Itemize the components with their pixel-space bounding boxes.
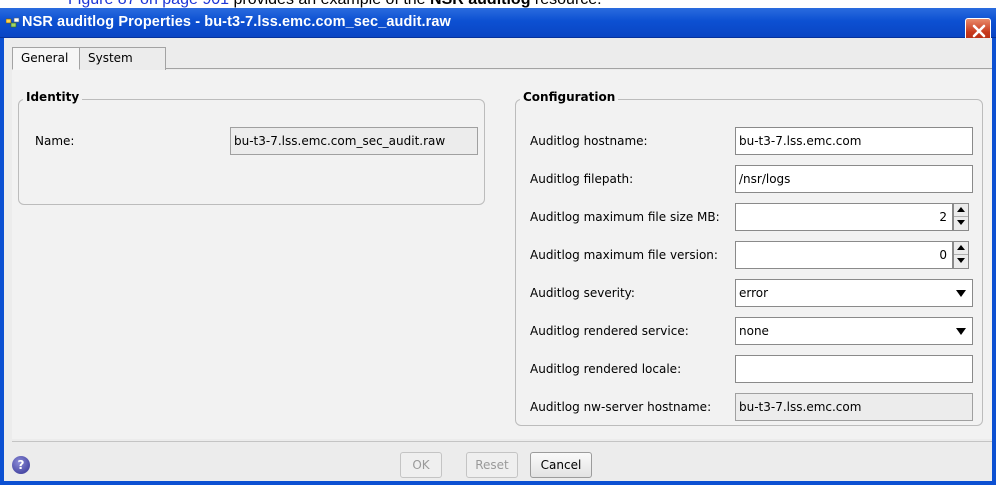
rendered-locale-label: Auditlog rendered locale: xyxy=(530,362,682,376)
ok-button[interactable]: OK xyxy=(400,452,442,478)
reset-button[interactable]: Reset xyxy=(466,452,518,478)
identity-group: Identity Name: bu-t3-7.lss.emc.com_sec_a… xyxy=(18,90,485,205)
max-size-input[interactable]: 2 xyxy=(735,203,953,231)
filepath-label: Auditlog filepath: xyxy=(530,172,634,186)
hostname-label: Auditlog hostname: xyxy=(530,134,648,148)
nw-server-hostname-label: Auditlog nw-server hostname: xyxy=(530,400,712,414)
help-icon[interactable]: ? xyxy=(12,456,30,474)
tab-general[interactable]: General xyxy=(12,47,80,70)
name-label: Name: xyxy=(35,134,75,148)
severity-label: Auditlog severity: xyxy=(530,286,635,300)
document-bold-text: NSR auditlog xyxy=(430,0,530,8)
filepath-input[interactable]: /nsr/logs xyxy=(735,165,973,193)
max-version-input[interactable]: 0 xyxy=(735,241,953,269)
figure-link[interactable]: Figure 87 on page 901 xyxy=(68,0,229,8)
rendered-service-select[interactable]: none xyxy=(735,317,973,345)
cancel-button[interactable]: Cancel xyxy=(530,452,592,478)
footer-divider xyxy=(12,441,992,442)
max-version-label: Auditlog maximum file version: xyxy=(530,248,718,262)
tab-bar: General System xyxy=(12,47,992,70)
hostname-input[interactable]: bu-t3-7.lss.emc.com xyxy=(735,127,973,155)
general-tab-panel: Identity Name: bu-t3-7.lss.emc.com_sec_a… xyxy=(12,70,992,439)
max-size-label: Auditlog maximum file size MB: xyxy=(530,210,720,224)
spin-down-icon[interactable] xyxy=(954,255,968,268)
nw-server-hostname-field: bu-t3-7.lss.emc.com xyxy=(735,393,973,421)
window-title: NSR auditlog Properties - bu-t3-7.lss.em… xyxy=(22,14,451,30)
identity-legend: Identity xyxy=(23,90,83,104)
app-icon xyxy=(5,17,20,29)
rendered-service-label: Auditlog rendered service: xyxy=(530,324,689,338)
properties-dialog: General System Identity Name: bu-t3-7.ls… xyxy=(0,38,996,485)
spin-down-icon[interactable] xyxy=(954,217,968,230)
max-version-spinner[interactable] xyxy=(953,241,969,269)
configuration-legend: Configuration xyxy=(520,90,619,104)
document-text: provides an example of the xyxy=(229,0,430,8)
dropdown-arrow-icon xyxy=(956,328,966,335)
spin-up-icon[interactable] xyxy=(954,204,968,217)
close-icon xyxy=(972,24,986,38)
window-titlebar[interactable]: NSR auditlog Properties - bu-t3-7.lss.em… xyxy=(0,8,996,42)
severity-value: error xyxy=(739,286,769,300)
severity-select[interactable]: error xyxy=(735,279,973,307)
spin-up-icon[interactable] xyxy=(954,242,968,255)
name-field: bu-t3-7.lss.emc.com_sec_audit.raw xyxy=(230,127,478,155)
rendered-service-value: none xyxy=(739,324,769,338)
configuration-group: Configuration Auditlog hostname: bu-t3-7… xyxy=(515,90,983,426)
tab-system[interactable]: System xyxy=(80,47,166,70)
document-text-end: resource. xyxy=(530,0,602,8)
max-size-spinner[interactable] xyxy=(953,203,969,231)
dropdown-arrow-icon xyxy=(956,290,966,297)
rendered-locale-input[interactable] xyxy=(735,355,973,383)
